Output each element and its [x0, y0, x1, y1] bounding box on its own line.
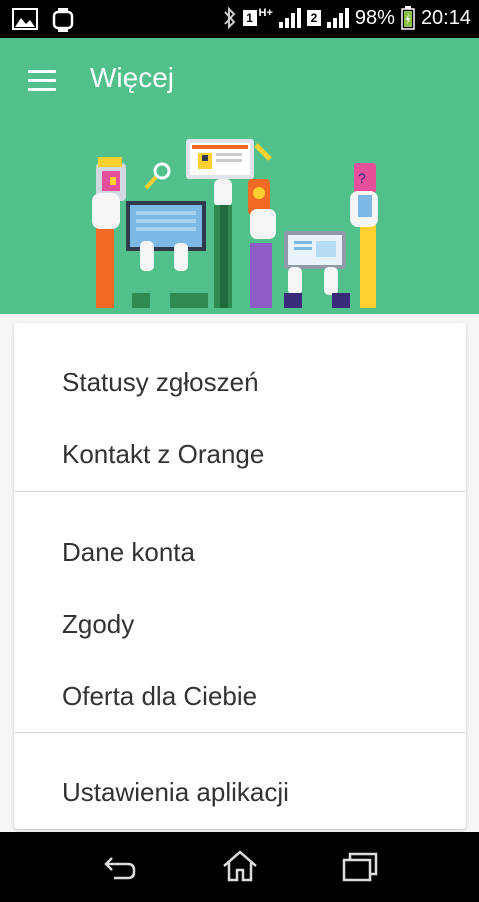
watch-icon — [52, 8, 74, 32]
header: Więcej ? — [0, 38, 479, 314]
back-icon[interactable] — [100, 848, 140, 884]
navigation-bar — [0, 832, 479, 902]
recent-apps-icon[interactable] — [340, 848, 380, 884]
content-area: Statusy zgłoszeń Kontakt z Orange Dane k… — [0, 314, 479, 832]
menu-divider — [14, 732, 466, 733]
network-type: H+ — [258, 7, 273, 19]
home-icon[interactable] — [220, 848, 260, 884]
status-bar: 1 H+ 2 98% 20:14 — [0, 0, 479, 38]
menu-item-ustawienia[interactable]: Ustawienia aplikacji — [62, 777, 289, 808]
menu-item-oferta[interactable]: Oferta dla Ciebie — [62, 681, 257, 712]
menu-card: Statusy zgłoszeń Kontakt z Orange Dane k… — [14, 323, 466, 829]
sim1-badge: 1 — [242, 10, 257, 26]
sim2-badge: 2 — [306, 10, 321, 26]
bluetooth-icon — [223, 6, 235, 30]
gallery-icon — [12, 8, 38, 30]
menu-item-statusy[interactable]: Statusy zgłoszeń — [62, 367, 259, 398]
signal1-icon — [278, 8, 301, 28]
menu-icon[interactable] — [28, 70, 56, 92]
menu-item-dane-konta[interactable]: Dane konta — [62, 537, 195, 568]
menu-divider — [14, 491, 466, 492]
battery-percent: 98% — [354, 6, 395, 29]
battery-icon — [401, 6, 415, 30]
clock: 20:14 — [420, 6, 471, 29]
svg-text:?: ? — [358, 170, 366, 186]
menu-item-kontakt[interactable]: Kontakt z Orange — [62, 439, 264, 470]
header-illustration: ? — [92, 139, 378, 308]
signal2-icon — [326, 8, 349, 28]
menu-item-zgody[interactable]: Zgody — [62, 609, 134, 640]
page-title: Więcej — [90, 62, 175, 93]
